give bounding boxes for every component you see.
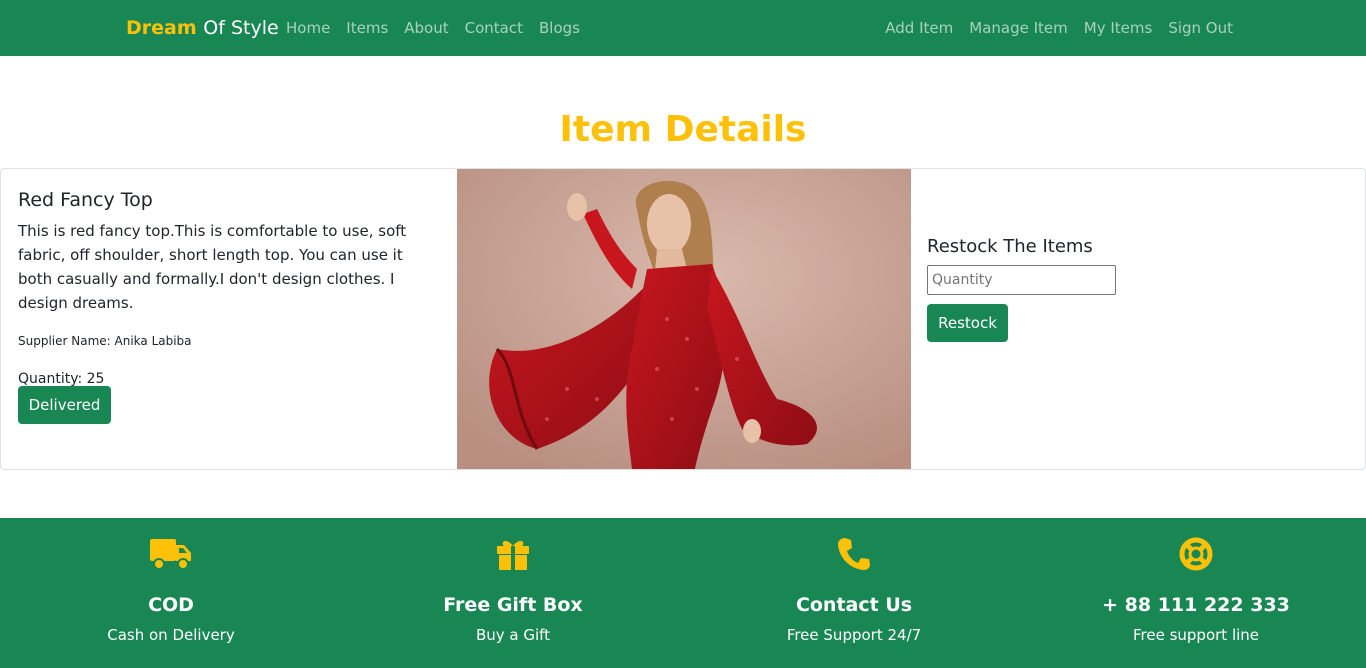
brand-logo[interactable]: Dream Of Style (126, 17, 279, 39)
gift-icon (383, 536, 643, 572)
page-title: Item Details (559, 109, 807, 150)
nav-items[interactable]: Items (346, 19, 388, 37)
nav-manage-item[interactable]: Manage Item (969, 19, 1068, 37)
feature-subtitle: Free Support 24/7 (786, 626, 922, 644)
feature-title: COD (148, 594, 194, 616)
nav-my-items[interactable]: My Items (1084, 19, 1153, 37)
brand-part2: Of Style (203, 17, 279, 39)
phone-icon (724, 536, 984, 572)
item-name: Red Fancy Top (18, 189, 153, 211)
nav-add-item[interactable]: Add Item (885, 19, 953, 37)
feature-contact: Contact Us Free Support 24/7 (724, 536, 984, 645)
item-card: Red Fancy Top This is red fancy top.This… (0, 168, 1366, 470)
feature-support-line: + 88 111 222 333 Free support line (1066, 536, 1326, 645)
model-photo-illustration (457, 169, 911, 469)
item-description: This is red fancy top.This is comfortabl… (18, 222, 407, 312)
nav-right: Add Item Manage Item My Items Sign Out (869, 19, 1233, 37)
item-info: Red Fancy Top This is red fancy top.This… (18, 187, 438, 389)
nav-about[interactable]: About (404, 19, 448, 37)
item-image (457, 169, 911, 469)
brand-part1: Dream (126, 17, 197, 39)
delivered-button[interactable]: Delivered (18, 386, 111, 424)
nav-home[interactable]: Home (286, 19, 330, 37)
restock-panel: Restock The Items Restock (927, 235, 1116, 342)
nav-contact[interactable]: Contact (465, 19, 523, 37)
feature-title: Contact Us (795, 594, 913, 616)
supplier-name: Supplier Name: Anika Labiba (18, 334, 192, 348)
feature-cod: COD Cash on Delivery (41, 536, 301, 645)
nav-left: Home Items About Contact Blogs (286, 19, 596, 37)
restock-button[interactable]: Restock (927, 304, 1008, 342)
footer: COD Cash on Delivery Free Gift Box Buy a… (0, 518, 1366, 668)
feature-subtitle: Cash on Delivery (107, 626, 235, 644)
lifebuoy-icon (1066, 536, 1326, 572)
truck-icon (41, 536, 301, 572)
feature-subtitle: Free support line (1132, 626, 1260, 644)
feature-subtitle: Buy a Gift (475, 626, 551, 644)
restock-title: Restock The Items (927, 236, 1093, 257)
feature-title: Free Gift Box (443, 594, 583, 616)
navbar: Dream Of Style Home Items About Contact … (0, 0, 1366, 56)
restock-quantity-input[interactable] (927, 265, 1116, 295)
nav-sign-out[interactable]: Sign Out (1168, 19, 1233, 37)
feature-gift: Free Gift Box Buy a Gift (383, 536, 643, 645)
nav-blogs[interactable]: Blogs (539, 19, 580, 37)
feature-title: + 88 111 222 333 (1102, 594, 1290, 616)
